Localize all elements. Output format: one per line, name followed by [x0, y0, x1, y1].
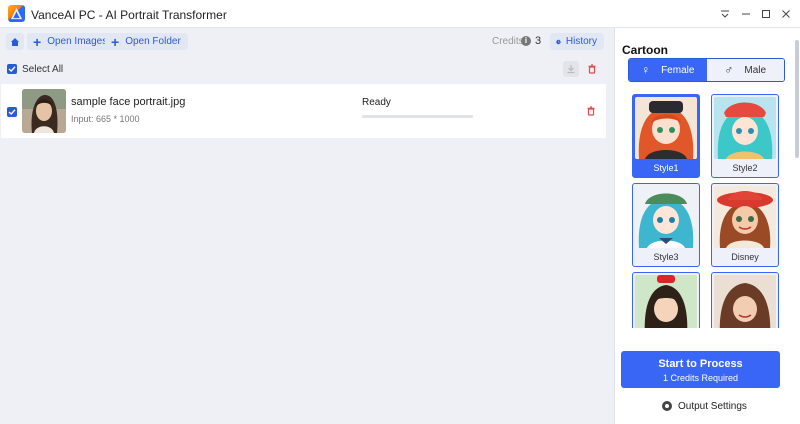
check-icon — [8, 109, 16, 115]
style-label: Style2 — [732, 163, 758, 173]
home-icon — [11, 37, 19, 46]
output-settings-button[interactable]: Output Settings — [662, 400, 747, 412]
style-card-6[interactable] — [711, 272, 779, 328]
file-row[interactable]: sample face portrait.jpg Input: 665 * 10… — [1, 84, 606, 138]
style-label: Style1 — [653, 163, 679, 173]
trash-icon — [587, 106, 595, 116]
panel-title: Cartoon — [622, 43, 668, 57]
open-folder-label: Open Folder — [125, 36, 181, 47]
male-icon: ♂ — [724, 63, 734, 77]
delete-all-button[interactable] — [585, 62, 599, 76]
start-process-button[interactable]: Start to Process 1 Credits Required — [621, 351, 780, 388]
style-label: Disney — [731, 252, 759, 262]
file-list-area: + Open Images + Open Folder Credits i 3 … — [0, 28, 614, 424]
download-icon — [567, 65, 575, 74]
credits-label: Credits — [492, 36, 524, 47]
delete-file-button[interactable] — [584, 104, 598, 118]
style-preview-image — [635, 97, 697, 159]
history-label: History — [565, 36, 597, 47]
open-images-label: Open Images — [47, 36, 108, 47]
open-folder-button[interactable]: + Open Folder — [105, 33, 188, 50]
select-all-label: Select All — [22, 64, 64, 75]
minimize-icon[interactable] — [737, 5, 755, 23]
output-settings-label: Output Settings — [678, 400, 747, 412]
style-preview-image — [714, 275, 776, 328]
trash-icon — [588, 64, 596, 74]
style-card-style3[interactable]: Style3 — [632, 183, 700, 267]
style-card-style1[interactable]: Style1 — [632, 94, 700, 178]
style-card-5[interactable] — [632, 272, 700, 328]
info-icon[interactable]: i — [521, 36, 531, 46]
window-title: VanceAI PC - AI Portrait Transformer — [31, 8, 227, 22]
download-all-button[interactable] — [563, 61, 579, 77]
style-card-disney[interactable]: Disney — [711, 183, 779, 267]
style-preview-image — [635, 275, 697, 328]
clock-icon — [556, 39, 561, 44]
toolbar: + Open Images + Open Folder Credits i 3 … — [0, 28, 614, 54]
home-button[interactable] — [6, 33, 24, 50]
style-preview-image — [635, 186, 697, 248]
process-button-label: Start to Process — [658, 358, 743, 370]
gear-icon — [662, 401, 672, 411]
file-status: Ready — [362, 97, 391, 108]
select-all-checkbox[interactable] — [7, 64, 17, 74]
file-checkbox[interactable] — [7, 107, 17, 117]
style-preview-image — [714, 97, 776, 159]
file-dimensions: Input: 665 * 1000 — [71, 114, 140, 124]
title-bar: VanceAI PC - AI Portrait Transformer — [0, 0, 800, 28]
style-panel: Cartoon ♀ Female ♂ Male Style1 Style2 St… — [614, 28, 800, 424]
file-name: sample face portrait.jpg — [71, 96, 186, 108]
history-button[interactable]: History — [550, 33, 604, 50]
select-all-row: Select All — [0, 58, 614, 80]
style-preview-image — [714, 186, 776, 248]
style-label: Style3 — [653, 252, 679, 262]
gender-male-option[interactable]: ♂ Male — [706, 59, 784, 81]
plus-icon: + — [111, 33, 120, 50]
dropdown-menu-icon[interactable] — [716, 5, 734, 23]
check-icon — [8, 66, 16, 72]
plus-icon: + — [33, 33, 42, 50]
gender-female-label: Female — [661, 64, 695, 76]
open-images-button[interactable]: + Open Images — [27, 33, 115, 50]
credits-required-label: 1 Credits Required — [662, 373, 739, 383]
maximize-icon[interactable] — [757, 5, 775, 23]
gender-female-option[interactable]: ♀ Female — [629, 59, 707, 81]
panel-scrollbar[interactable] — [795, 40, 799, 158]
style-grid: Style1 Style2 Style3 Disney — [615, 92, 797, 328]
close-icon[interactable] — [777, 5, 795, 23]
style-card-style2[interactable]: Style2 — [711, 94, 779, 178]
gender-male-label: Male — [744, 64, 767, 76]
progress-bar — [362, 115, 473, 118]
female-icon: ♀ — [641, 63, 651, 77]
app-logo-icon — [8, 5, 25, 22]
credits-count: 3 — [535, 35, 542, 47]
gender-toggle: ♀ Female ♂ Male — [628, 58, 785, 82]
file-thumbnail — [22, 89, 66, 133]
